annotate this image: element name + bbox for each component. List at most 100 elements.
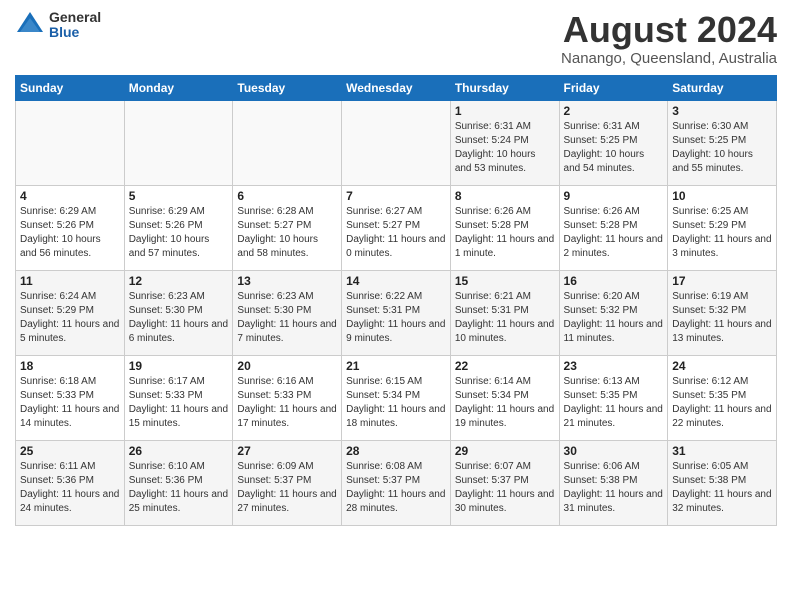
- day-info: Sunrise: 6:29 AM Sunset: 5:26 PM Dayligh…: [20, 205, 120, 261]
- title-block: August 2024 Nanango, Queensland, Austral…: [561, 10, 777, 67]
- logo-text: General Blue: [49, 10, 101, 41]
- calendar-cell: 27 Sunrise: 6:09 AM Sunset: 5:37 PM Dayli…: [233, 440, 342, 525]
- calendar-cell: 11Sunrise: 6:24 AM Sunset: 5:29 PM Dayli…: [16, 270, 125, 355]
- calendar-cell: 2 Sunrise: 6:31 AM Sunset: 5:25 PM Daylig…: [559, 100, 668, 185]
- day-number: 4: [20, 189, 120, 203]
- calendar-cell: 21Sunrise: 6:15 AM Sunset: 5:34 PM Dayli…: [342, 355, 451, 440]
- calendar-week-2: 4 Sunrise: 6:29 AM Sunset: 5:26 PM Daylig…: [16, 185, 777, 270]
- calendar-cell: 16 Sunrise: 6:20 AM Sunset: 5:32 PM Dayli…: [559, 270, 668, 355]
- calendar-cell: 19 Sunrise: 6:17 AM Sunset: 5:33 PM Dayli…: [124, 355, 233, 440]
- calendar-cell: 14 Sunrise: 6:22 AM Sunset: 5:31 PM Dayli…: [342, 270, 451, 355]
- day-number: 17: [672, 274, 772, 288]
- weekday-header-sunday: Sunday: [16, 75, 125, 100]
- day-info: Sunrise: 6:05 AM Sunset: 5:38 PM Dayligh…: [672, 460, 772, 516]
- day-info: Sunrise: 6:06 AM Sunset: 5:38 PM Dayligh…: [564, 460, 664, 516]
- logo-icon: [15, 10, 45, 40]
- calendar-cell: 12 Sunrise: 6:23 AM Sunset: 5:30 PM Dayli…: [124, 270, 233, 355]
- day-number: 14: [346, 274, 446, 288]
- day-info: Sunrise: 6:09 AM Sunset: 5:37 PM Dayligh…: [237, 460, 337, 516]
- day-number: 12: [129, 274, 229, 288]
- day-number: 13: [237, 274, 337, 288]
- day-info: Sunrise: 6:15 AM Sunset: 5:34 PM Dayligh…: [346, 375, 446, 431]
- calendar-cell: 30 Sunrise: 6:06 AM Sunset: 5:38 PM Dayli…: [559, 440, 668, 525]
- day-number: 9: [564, 189, 664, 203]
- calendar-cell: 29Sunrise: 6:07 AM Sunset: 5:37 PM Dayli…: [450, 440, 559, 525]
- calendar-cell: 17 Sunrise: 6:19 AM Sunset: 5:32 PM Dayli…: [668, 270, 777, 355]
- day-number: 8: [455, 189, 555, 203]
- day-number: 2: [564, 104, 664, 118]
- day-info: Sunrise: 6:11 AM Sunset: 5:36 PM Dayligh…: [20, 460, 120, 516]
- calendar-table: SundayMondayTuesdayWednesdayThursdayFrid…: [15, 75, 777, 526]
- calendar-week-5: 25 Sunrise: 6:11 AM Sunset: 5:36 PM Dayli…: [16, 440, 777, 525]
- day-info: Sunrise: 6:23 AM Sunset: 5:30 PM Dayligh…: [129, 290, 229, 346]
- day-info: Sunrise: 6:26 AM Sunset: 5:28 PM Dayligh…: [455, 205, 555, 261]
- day-number: 27: [237, 444, 337, 458]
- calendar-cell: 8 Sunrise: 6:26 AM Sunset: 5:28 PM Daylig…: [450, 185, 559, 270]
- calendar-week-3: 11Sunrise: 6:24 AM Sunset: 5:29 PM Dayli…: [16, 270, 777, 355]
- day-number: 24: [672, 359, 772, 373]
- calendar-cell: 24Sunrise: 6:12 AM Sunset: 5:35 PM Dayli…: [668, 355, 777, 440]
- day-info: Sunrise: 6:22 AM Sunset: 5:31 PM Dayligh…: [346, 290, 446, 346]
- day-number: 30: [564, 444, 664, 458]
- day-info: Sunrise: 6:17 AM Sunset: 5:33 PM Dayligh…: [129, 375, 229, 431]
- location-text: Nanango, Queensland, Australia: [561, 50, 777, 67]
- calendar-cell: 4 Sunrise: 6:29 AM Sunset: 5:26 PM Daylig…: [16, 185, 125, 270]
- weekday-header-tuesday: Tuesday: [233, 75, 342, 100]
- month-title: August 2024: [561, 10, 777, 50]
- calendar-cell: 1 Sunrise: 6:31 AM Sunset: 5:24 PM Daylig…: [450, 100, 559, 185]
- day-info: Sunrise: 6:25 AM Sunset: 5:29 PM Dayligh…: [672, 205, 772, 261]
- day-info: Sunrise: 6:19 AM Sunset: 5:32 PM Dayligh…: [672, 290, 772, 346]
- day-info: Sunrise: 6:31 AM Sunset: 5:24 PM Dayligh…: [455, 120, 555, 176]
- day-info: Sunrise: 6:31 AM Sunset: 5:25 PM Dayligh…: [564, 120, 664, 176]
- calendar-cell: 3 Sunrise: 6:30 AM Sunset: 5:25 PM Daylig…: [668, 100, 777, 185]
- day-info: Sunrise: 6:30 AM Sunset: 5:25 PM Dayligh…: [672, 120, 772, 176]
- day-info: Sunrise: 6:08 AM Sunset: 5:37 PM Dayligh…: [346, 460, 446, 516]
- day-number: 16: [564, 274, 664, 288]
- day-number: 22: [455, 359, 555, 373]
- calendar-cell: [233, 100, 342, 185]
- calendar-cell: 31 Sunrise: 6:05 AM Sunset: 5:38 PM Dayli…: [668, 440, 777, 525]
- day-number: 25: [20, 444, 120, 458]
- day-info: Sunrise: 6:14 AM Sunset: 5:34 PM Dayligh…: [455, 375, 555, 431]
- weekday-header-friday: Friday: [559, 75, 668, 100]
- day-number: 19: [129, 359, 229, 373]
- weekday-header-saturday: Saturday: [668, 75, 777, 100]
- calendar-cell: 20 Sunrise: 6:16 AM Sunset: 5:33 PM Dayli…: [233, 355, 342, 440]
- calendar-cell: 10Sunrise: 6:25 AM Sunset: 5:29 PM Dayli…: [668, 185, 777, 270]
- day-number: 26: [129, 444, 229, 458]
- page-header: General Blue August 2024 Nanango, Queens…: [15, 10, 777, 67]
- day-number: 28: [346, 444, 446, 458]
- calendar-cell: 15 Sunrise: 6:21 AM Sunset: 5:31 PM Dayli…: [450, 270, 559, 355]
- calendar-week-4: 18 Sunrise: 6:18 AM Sunset: 5:33 PM Dayli…: [16, 355, 777, 440]
- calendar-cell: 7Sunrise: 6:27 AM Sunset: 5:27 PM Daylig…: [342, 185, 451, 270]
- day-number: 18: [20, 359, 120, 373]
- weekday-header-thursday: Thursday: [450, 75, 559, 100]
- calendar-cell: 28 Sunrise: 6:08 AM Sunset: 5:37 PM Dayli…: [342, 440, 451, 525]
- logo: General Blue: [15, 10, 101, 41]
- day-info: Sunrise: 6:20 AM Sunset: 5:32 PM Dayligh…: [564, 290, 664, 346]
- day-info: Sunrise: 6:23 AM Sunset: 5:30 PM Dayligh…: [237, 290, 337, 346]
- day-number: 15: [455, 274, 555, 288]
- calendar-week-1: 1 Sunrise: 6:31 AM Sunset: 5:24 PM Daylig…: [16, 100, 777, 185]
- day-info: Sunrise: 6:26 AM Sunset: 5:28 PM Dayligh…: [564, 205, 664, 261]
- day-info: Sunrise: 6:28 AM Sunset: 5:27 PM Dayligh…: [237, 205, 337, 261]
- day-info: Sunrise: 6:16 AM Sunset: 5:33 PM Dayligh…: [237, 375, 337, 431]
- calendar-cell: [124, 100, 233, 185]
- calendar-cell: 23 Sunrise: 6:13 AM Sunset: 5:35 PM Dayli…: [559, 355, 668, 440]
- logo-blue-text: Blue: [49, 25, 101, 40]
- weekday-header-monday: Monday: [124, 75, 233, 100]
- day-info: Sunrise: 6:29 AM Sunset: 5:26 PM Dayligh…: [129, 205, 229, 261]
- day-number: 20: [237, 359, 337, 373]
- day-info: Sunrise: 6:18 AM Sunset: 5:33 PM Dayligh…: [20, 375, 120, 431]
- calendar-cell: 6Sunrise: 6:28 AM Sunset: 5:27 PM Daylig…: [233, 185, 342, 270]
- day-number: 3: [672, 104, 772, 118]
- day-number: 23: [564, 359, 664, 373]
- day-number: 7: [346, 189, 446, 203]
- day-info: Sunrise: 6:13 AM Sunset: 5:35 PM Dayligh…: [564, 375, 664, 431]
- calendar-cell: 5Sunrise: 6:29 AM Sunset: 5:26 PM Daylig…: [124, 185, 233, 270]
- day-number: 31: [672, 444, 772, 458]
- logo-general-text: General: [49, 10, 101, 25]
- calendar-cell: 26Sunrise: 6:10 AM Sunset: 5:36 PM Dayli…: [124, 440, 233, 525]
- day-info: Sunrise: 6:21 AM Sunset: 5:31 PM Dayligh…: [455, 290, 555, 346]
- day-number: 1: [455, 104, 555, 118]
